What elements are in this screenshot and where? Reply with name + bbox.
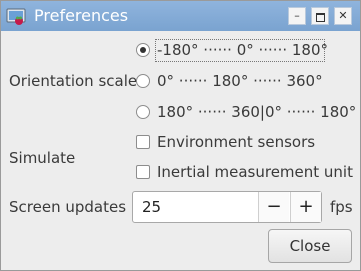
close-window-button[interactable]: ✕	[334, 7, 352, 25]
fps-unit-label: fps	[330, 198, 353, 216]
decrement-button[interactable]: −	[258, 192, 289, 222]
maximize-button[interactable]	[311, 7, 329, 25]
close-button[interactable]: Close	[268, 229, 352, 263]
minimize-button[interactable]: –	[288, 7, 306, 25]
window-title: Preferences	[34, 6, 129, 25]
plus-icon: +	[298, 196, 314, 217]
close-icon: ✕	[338, 9, 348, 22]
orientation-radio-1[interactable]	[136, 74, 150, 88]
simulate-label: Simulate	[9, 149, 76, 167]
minus-icon: −	[266, 196, 282, 217]
orientation-option-1: 0° ······ 180° ······ 360°	[157, 72, 323, 90]
title-bar[interactable]: Preferences – ✕	[1, 1, 360, 31]
orientation-scale-label: Orientation scale	[9, 72, 138, 90]
orientation-option-2: 180° ······ 360|0° ······ 180°	[157, 103, 357, 121]
orientation-option-0: -180° ······ 0° ······ 180°	[157, 41, 329, 59]
screen-updates-spinner: − +	[132, 191, 322, 223]
raspberry-app-icon	[6, 8, 26, 25]
environment-sensors-label: Environment sensors	[157, 133, 316, 151]
imu-checkbox[interactable]	[136, 165, 150, 179]
increment-button[interactable]: +	[290, 192, 321, 222]
maximize-icon	[315, 13, 325, 22]
screen-updates-input[interactable]	[133, 192, 257, 222]
screen-updates-label: Screen updates	[9, 198, 127, 216]
environment-sensors-checkbox[interactable]	[136, 135, 150, 149]
preferences-window: Preferences – ✕ Orientation scale -180° …	[0, 0, 361, 271]
imu-label: Inertial measurement unit	[157, 163, 353, 181]
orientation-radio-2[interactable]	[136, 105, 150, 119]
orientation-radio-0[interactable]	[136, 43, 150, 57]
minimize-icon: –	[294, 9, 300, 22]
